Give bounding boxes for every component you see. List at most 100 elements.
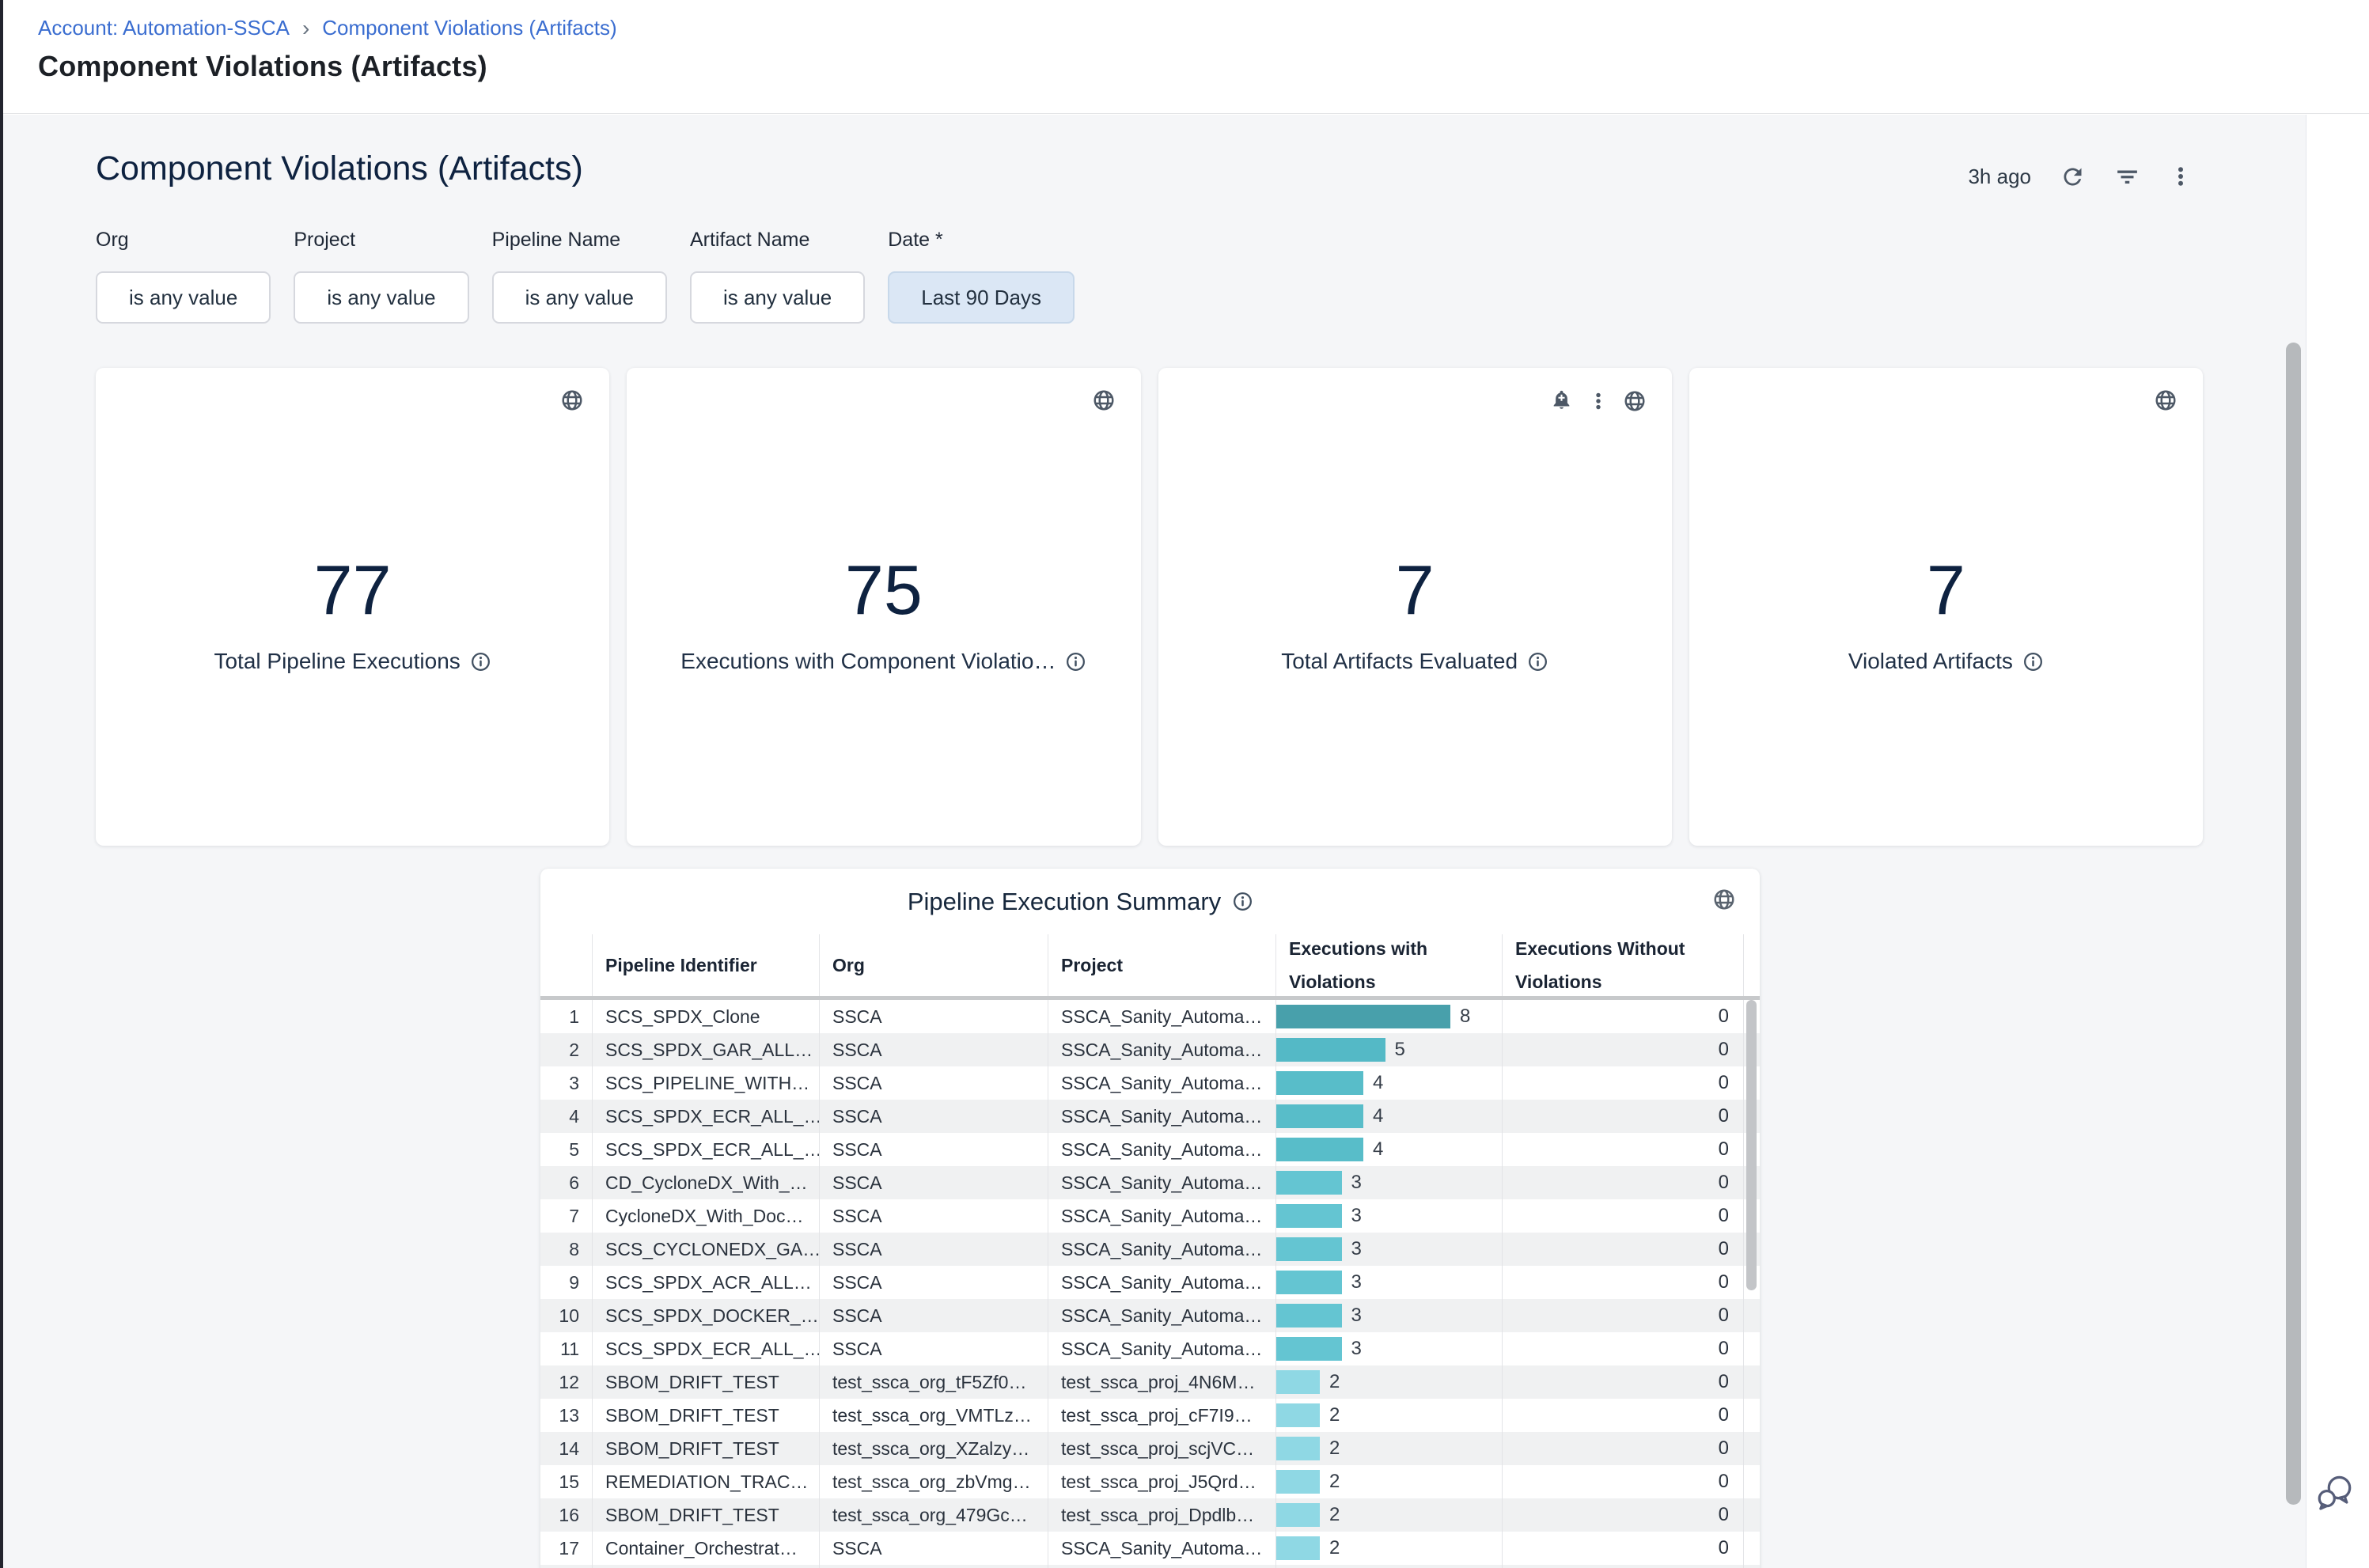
globe-icon[interactable]: [2154, 388, 2178, 412]
tile-more-menu-icon[interactable]: [1588, 391, 1609, 411]
violations-bar[interactable]: [1276, 1337, 1342, 1361]
violations-count: 5: [1395, 1039, 1405, 1061]
globe-icon[interactable]: [1712, 888, 1736, 911]
filter-org-value-button[interactable]: is any value: [96, 271, 271, 324]
scroll-gutter-cell: [1743, 1365, 1760, 1399]
breadcrumb-account-link[interactable]: Account: Automation-SSCA: [38, 16, 290, 40]
col-pipeline-identifier[interactable]: Pipeline Identifier: [592, 934, 819, 996]
chat-support-button[interactable]: [2314, 1471, 2355, 1513]
violations-bar[interactable]: [1276, 1503, 1320, 1527]
project-cell: SSCA_Sanity_Automa…: [1048, 1066, 1275, 1100]
table-row: 17 Container_Orchestrat… SSCA SSCA_Sanit…: [540, 1532, 1760, 1565]
row-index: 14: [540, 1432, 592, 1465]
pipeline-identifier-cell: SBOM_DRIFT_TEST: [592, 1365, 819, 1399]
filter-date-value-button[interactable]: Last 90 Days: [888, 271, 1075, 324]
violations-bar[interactable]: [1276, 1403, 1320, 1427]
table-row: 12 SBOM_DRIFT_TEST test_ssca_org_tF5Zf0……: [540, 1365, 1760, 1399]
col-executions-with-violations[interactable]: Executions with Violations: [1275, 934, 1502, 996]
filter-bar: Org is any value Project is any value Pi…: [96, 229, 1075, 324]
executions-without-violations-cell: 0: [1502, 1166, 1743, 1199]
kpi-value: 77: [96, 555, 609, 625]
table-vertical-scrollbar-thumb[interactable]: [1746, 1000, 1757, 1290]
globe-icon[interactable]: [1092, 388, 1116, 412]
executions-without-violations-cell: 0: [1502, 1332, 1743, 1365]
dashboard-more-menu-button[interactable]: [2169, 165, 2193, 188]
executions-without-violations-cell: 0: [1502, 1066, 1743, 1100]
page-scrollbar-thumb[interactable]: [2286, 343, 2301, 1505]
filter-project: Project is any value: [294, 229, 468, 324]
col-project[interactable]: Project: [1048, 934, 1275, 996]
project-cell: test_ssca_proj_Dpdlb…: [1048, 1498, 1275, 1532]
executions-with-violations-cell: [1275, 1565, 1502, 1568]
kpi-label: Total Pipeline Executions: [214, 649, 460, 674]
table-header-row: Pipeline Identifier Org Project Executio…: [540, 934, 1760, 996]
kpi-value: 75: [627, 555, 1140, 625]
info-icon[interactable]: [470, 651, 491, 672]
violations-bar[interactable]: [1276, 1536, 1320, 1560]
row-index: 2: [540, 1033, 592, 1066]
org-cell: SSCA: [819, 1100, 1048, 1133]
table-row: 6 CD_CycloneDX_With_… SSCA SSCA_Sanity_A…: [540, 1166, 1760, 1199]
col-org[interactable]: Org: [819, 934, 1048, 996]
alert-bell-icon[interactable]: [1549, 388, 1574, 413]
pipeline-identifier-cell: Container_Orchestrat…: [592, 1532, 819, 1565]
org-cell: SSCA: [819, 1166, 1048, 1199]
filter-pipeline-name-value-button[interactable]: is any value: [492, 271, 667, 324]
executions-without-violations-cell: 0: [1502, 1399, 1743, 1432]
violations-bar[interactable]: [1276, 1171, 1342, 1195]
project-cell: SSCA_Sanity_Automa…: [1048, 1199, 1275, 1233]
executions-with-violations-cell: 2: [1275, 1465, 1502, 1498]
violations-bar[interactable]: [1276, 1204, 1342, 1228]
violations-bar[interactable]: [1276, 1271, 1342, 1294]
row-index: 15: [540, 1465, 592, 1498]
violations-bar[interactable]: [1276, 1038, 1385, 1062]
row-index: 5: [540, 1133, 592, 1166]
app-header: Account: Automation-SSCA › Component Vio…: [3, 0, 2369, 114]
violations-bar[interactable]: [1276, 1370, 1320, 1394]
info-icon[interactable]: [2022, 651, 2044, 672]
violations-bar[interactable]: [1276, 1304, 1342, 1327]
row-index: 17: [540, 1532, 592, 1565]
project-cell: [1048, 1565, 1275, 1568]
violations-bar[interactable]: [1276, 1470, 1320, 1494]
table-row: 1 SCS_SPDX_Clone SSCA SSCA_Sanity_Automa…: [540, 1000, 1760, 1033]
violations-bar[interactable]: [1276, 1005, 1450, 1028]
violations-count: 4: [1373, 1072, 1383, 1094]
violations-bar[interactable]: [1276, 1437, 1320, 1460]
executions-with-violations-cell: 2: [1275, 1532, 1502, 1565]
row-index: 9: [540, 1266, 592, 1299]
org-cell: SSCA: [819, 1332, 1048, 1365]
breadcrumb-current-link[interactable]: Component Violations (Artifacts): [322, 16, 616, 40]
executions-without-violations-cell: 0: [1502, 1233, 1743, 1266]
info-icon[interactable]: [1232, 891, 1253, 912]
globe-icon[interactable]: [560, 388, 584, 412]
filter-pipeline-name: Pipeline Name is any value: [492, 229, 667, 324]
executions-without-violations-cell: [1502, 1565, 1743, 1568]
table-row: [540, 1565, 1760, 1568]
kpi-label: Total Artifacts Evaluated: [1281, 649, 1518, 674]
pipeline-identifier-cell: SCS_SPDX_ECR_ALL_…: [592, 1100, 819, 1133]
globe-icon[interactable]: [1623, 389, 1647, 413]
violations-count: 3: [1351, 1238, 1362, 1260]
executions-without-violations-cell: 0: [1502, 1199, 1743, 1233]
scroll-gutter-cell: [1743, 1532, 1760, 1565]
filter-project-value-button[interactable]: is any value: [294, 271, 468, 324]
refresh-button[interactable]: [2060, 164, 2086, 190]
kpi-label: Violated Artifacts: [1848, 649, 2013, 674]
violations-bar[interactable]: [1276, 1104, 1363, 1128]
pipeline-identifier-cell: SCS_SPDX_ECR_ALL_…: [592, 1332, 819, 1365]
col-executions-without-violations[interactable]: Executions Without Violations: [1502, 934, 1743, 996]
info-icon[interactable]: [1527, 651, 1548, 672]
filter-artifact-name-value-button[interactable]: is any value: [690, 271, 865, 324]
info-icon[interactable]: [1065, 651, 1086, 672]
violations-count: 3: [1351, 1305, 1362, 1327]
violations-count: 3: [1351, 1172, 1362, 1194]
kpi-value: 7: [1158, 555, 1672, 625]
violations-count: 8: [1460, 1006, 1470, 1028]
violations-bar[interactable]: [1276, 1071, 1363, 1095]
violations-bar[interactable]: [1276, 1237, 1342, 1261]
filter-org: Org is any value: [96, 229, 271, 324]
violations-bar[interactable]: [1276, 1138, 1363, 1161]
dashboard-filters-button[interactable]: [2114, 164, 2140, 190]
filter-date: Date * Last 90 Days: [888, 229, 1075, 324]
